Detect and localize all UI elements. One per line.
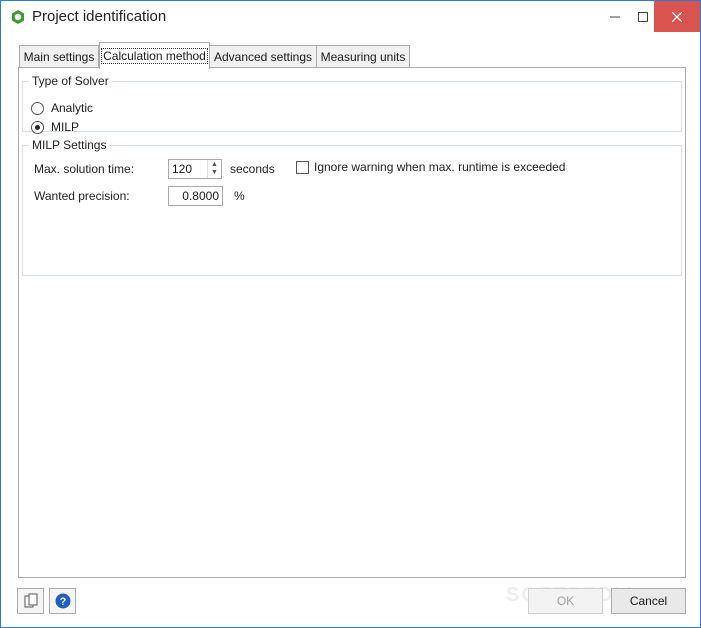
minimize-button[interactable] — [601, 1, 629, 32]
close-button[interactable] — [654, 1, 700, 32]
wanted-precision-unit: % — [234, 189, 245, 203]
max-solution-time-value: 120 — [172, 162, 193, 176]
radio-button[interactable] — [31, 120, 44, 134]
app-logo-icon — [12, 10, 24, 24]
tab-label: Advanced settings — [213, 50, 313, 64]
spinner-down-icon[interactable]: ▼ — [211, 169, 218, 177]
milp-settings-group: MILP Settings Max. solution time: 120 ▲ … — [22, 138, 682, 276]
tab-label: Main settings — [23, 50, 95, 64]
calculation-method-panel: Type of Solver Analytic MILP MILP Settin… — [18, 67, 686, 578]
tab-calculation-method[interactable]: Calculation method — [99, 42, 210, 69]
max-solution-time-label: Max. solution time: — [34, 162, 135, 176]
project-identification-window: Project identification Main settings Cal… — [0, 0, 701, 628]
copy-button[interactable] — [17, 588, 44, 614]
max-solution-time-unit: seconds — [230, 162, 275, 176]
spinner-arrows[interactable]: ▲ ▼ — [207, 160, 221, 178]
solver-type-legend: Type of Solver — [32, 74, 109, 88]
maximize-button[interactable] — [629, 1, 657, 32]
radio-label: Analytic — [51, 101, 94, 115]
title-bar[interactable]: Project identification — [1, 1, 700, 32]
help-button[interactable]: ? — [49, 588, 76, 614]
solver-type-group: Type of Solver Analytic MILP — [22, 74, 682, 134]
wanted-precision-value: 0.8000 — [182, 189, 219, 203]
window-title: Project identification — [32, 8, 167, 25]
radio-analytic[interactable]: Analytic — [31, 101, 93, 115]
help-icon: ? — [55, 593, 70, 609]
milp-settings-legend: MILP Settings — [32, 138, 107, 152]
spinner-up-icon[interactable]: ▲ — [211, 161, 218, 169]
close-icon — [672, 11, 682, 22]
tab-label: Calculation method — [101, 48, 208, 64]
tab-main-settings[interactable]: Main settings — [19, 45, 99, 68]
tab-advanced-settings[interactable]: Advanced settings — [209, 45, 317, 68]
ignore-warning-label: Ignore warning when max. runtime is exce… — [314, 160, 566, 174]
radio-selected-dot — [35, 124, 40, 130]
tab-measuring-units[interactable]: Measuring units — [316, 45, 410, 68]
radio-button[interactable] — [31, 101, 44, 115]
ok-button[interactable]: OK — [528, 588, 603, 614]
cancel-button[interactable]: Cancel — [611, 588, 686, 614]
svg-text:?: ? — [59, 596, 66, 608]
copy-icon — [24, 593, 37, 608]
ignore-warning-checkbox[interactable] — [296, 161, 309, 174]
tab-label: Measuring units — [320, 50, 406, 64]
radio-label: MILP — [51, 120, 80, 134]
max-solution-time-spinner[interactable]: 120 ▲ ▼ — [168, 159, 222, 179]
wanted-precision-label: Wanted precision: — [34, 189, 130, 203]
minimize-icon — [610, 16, 620, 17]
radio-milp[interactable]: MILP — [31, 120, 79, 134]
wanted-precision-input[interactable]: 0.8000 — [168, 186, 223, 206]
maximize-icon — [638, 11, 648, 22]
